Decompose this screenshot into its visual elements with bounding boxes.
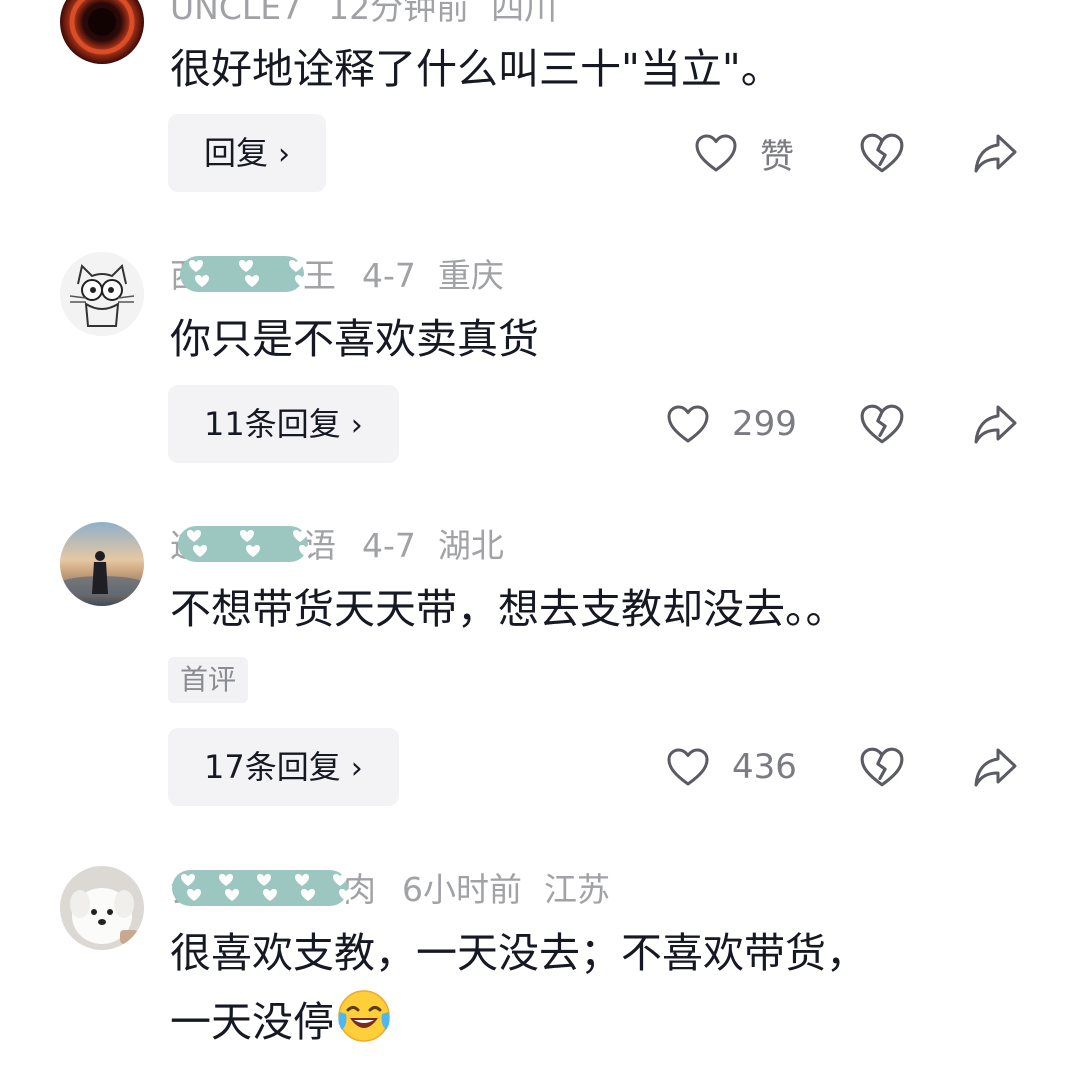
username[interactable]: 西王 — [170, 254, 336, 298]
heart-sticker-icon — [195, 275, 209, 287]
heart-sticker-icon — [246, 545, 260, 557]
avatar[interactable] — [60, 252, 144, 336]
comment-item: 会肉 6小时前江苏 很喜欢支教，一天没去；不喜欢带货， 一天没停 — [0, 852, 1080, 1074]
chevron-right-icon: › — [350, 408, 363, 443]
heart-sticker-icon — [245, 275, 259, 287]
heart-sticker-icon — [187, 530, 201, 542]
laughing-crying-emoji-icon — [338, 990, 390, 1042]
comment-time: 12分钟前 — [328, 0, 470, 27]
username[interactable]: UNCLE7 — [170, 0, 302, 30]
heart-sticker-icon — [333, 874, 347, 886]
privacy-blur-mask — [180, 256, 309, 292]
share-arrow-icon[interactable] — [972, 401, 1018, 447]
avatar[interactable] — [60, 522, 144, 606]
heart-sticker-icon — [193, 545, 207, 557]
heart-sticker-icon — [289, 260, 303, 272]
heart-outline-icon — [667, 748, 709, 786]
reply-label: 11条回复 — [204, 405, 341, 443]
chevron-right-icon: › — [350, 751, 363, 786]
heart-sticker-icon — [339, 889, 353, 901]
first-comment-badge: 首评 — [168, 657, 249, 703]
heart-sticker-icon — [181, 874, 195, 886]
like-button[interactable]: 299 — [666, 394, 797, 454]
avatar[interactable] — [60, 0, 144, 64]
like-label: 赞 — [760, 136, 794, 177]
reply-button[interactable]: 17条回复 › — [168, 728, 399, 806]
share-arrow-icon[interactable] — [972, 130, 1018, 176]
heart-sticker-icon — [299, 545, 313, 557]
like-button[interactable]: 赞 — [694, 123, 794, 183]
comment-item: 西王 4-7 重庆 你只是不喜欢卖真货 11条回复 › 299 — [0, 240, 1080, 490]
reply-button[interactable]: 回复 › — [168, 114, 327, 192]
heart-sticker-icon — [189, 260, 203, 272]
heart-sticker-icon — [239, 260, 253, 272]
heart-sticker-icon — [295, 275, 309, 287]
comment-meta: 会肉 6小时前江苏 — [170, 868, 610, 912]
comment-time: 6小时前 — [402, 870, 522, 909]
privacy-blur-mask — [178, 526, 313, 562]
comment-text: 很喜欢支教，一天没去；不喜欢带货， 一天没停 — [170, 920, 867, 1055]
like-count: 436 — [732, 747, 797, 787]
heart-sticker-icon — [187, 889, 201, 901]
comment-text-line: 一天没停 — [170, 986, 867, 1055]
comment-region: 重庆 — [437, 256, 504, 295]
heart-sticker-icon — [263, 889, 277, 901]
heart-sticker-icon — [295, 874, 309, 886]
broken-heart-icon[interactable] — [859, 130, 905, 176]
comment-time: 4-7 — [362, 256, 416, 295]
like-button[interactable]: 436 — [666, 737, 797, 797]
username[interactable]: 这语 — [170, 524, 336, 568]
heart-sticker-icon — [225, 889, 239, 901]
comment-item: 这语 4-7 湖北 不想带货天天带，想去支教却没去。。 首评 17条回复 › 436 — [0, 510, 1080, 830]
comment-region: 湖北 — [437, 526, 504, 565]
comment-meta: 这语 4-7 湖北 — [170, 524, 504, 568]
comment-region: 江苏 — [544, 870, 610, 909]
like-count: 299 — [732, 404, 797, 444]
broken-heart-icon[interactable] — [859, 744, 905, 790]
heart-sticker-icon — [219, 874, 233, 886]
comment-text-line: 很喜欢支教，一天没去；不喜欢带货， — [170, 929, 867, 977]
chevron-right-icon: › — [278, 137, 291, 172]
privacy-blur-mask — [172, 870, 353, 906]
comment-region: 四川 — [491, 0, 558, 27]
reply-label: 17条回复 — [204, 748, 341, 786]
heart-outline-icon — [695, 134, 737, 172]
comment-time: 4-7 — [362, 526, 416, 565]
comment-text-line-2: 一天没停 — [170, 998, 334, 1046]
avatar[interactable] — [60, 866, 144, 950]
comment-meta: 西王 4-7 重庆 — [170, 254, 504, 298]
heart-sticker-icon — [293, 530, 307, 542]
reply-button[interactable]: 11条回复 › — [168, 385, 399, 463]
comment-meta: UNCLE7 12分钟前 四川 — [170, 0, 557, 30]
heart-sticker-icon — [240, 530, 254, 542]
comment-text: 不想带货天天带，想去支教却没去。。 — [170, 585, 847, 633]
comment-text: 你只是不喜欢卖真货 — [170, 315, 539, 363]
heart-sticker-icon — [257, 874, 271, 886]
reply-label: 回复 — [204, 134, 269, 172]
heart-sticker-icon — [301, 889, 315, 901]
heart-outline-icon — [667, 405, 709, 443]
share-arrow-icon[interactable] — [972, 744, 1018, 790]
comment-text: 很好地诠释了什么叫三十"当立"。 — [170, 45, 782, 93]
broken-heart-icon[interactable] — [859, 401, 905, 447]
comment-item: UNCLE7 12分钟前 四川 很好地诠释了什么叫三十"当立"。 回复 › 赞 — [0, 0, 1080, 220]
username[interactable]: 会肉 — [170, 868, 376, 912]
